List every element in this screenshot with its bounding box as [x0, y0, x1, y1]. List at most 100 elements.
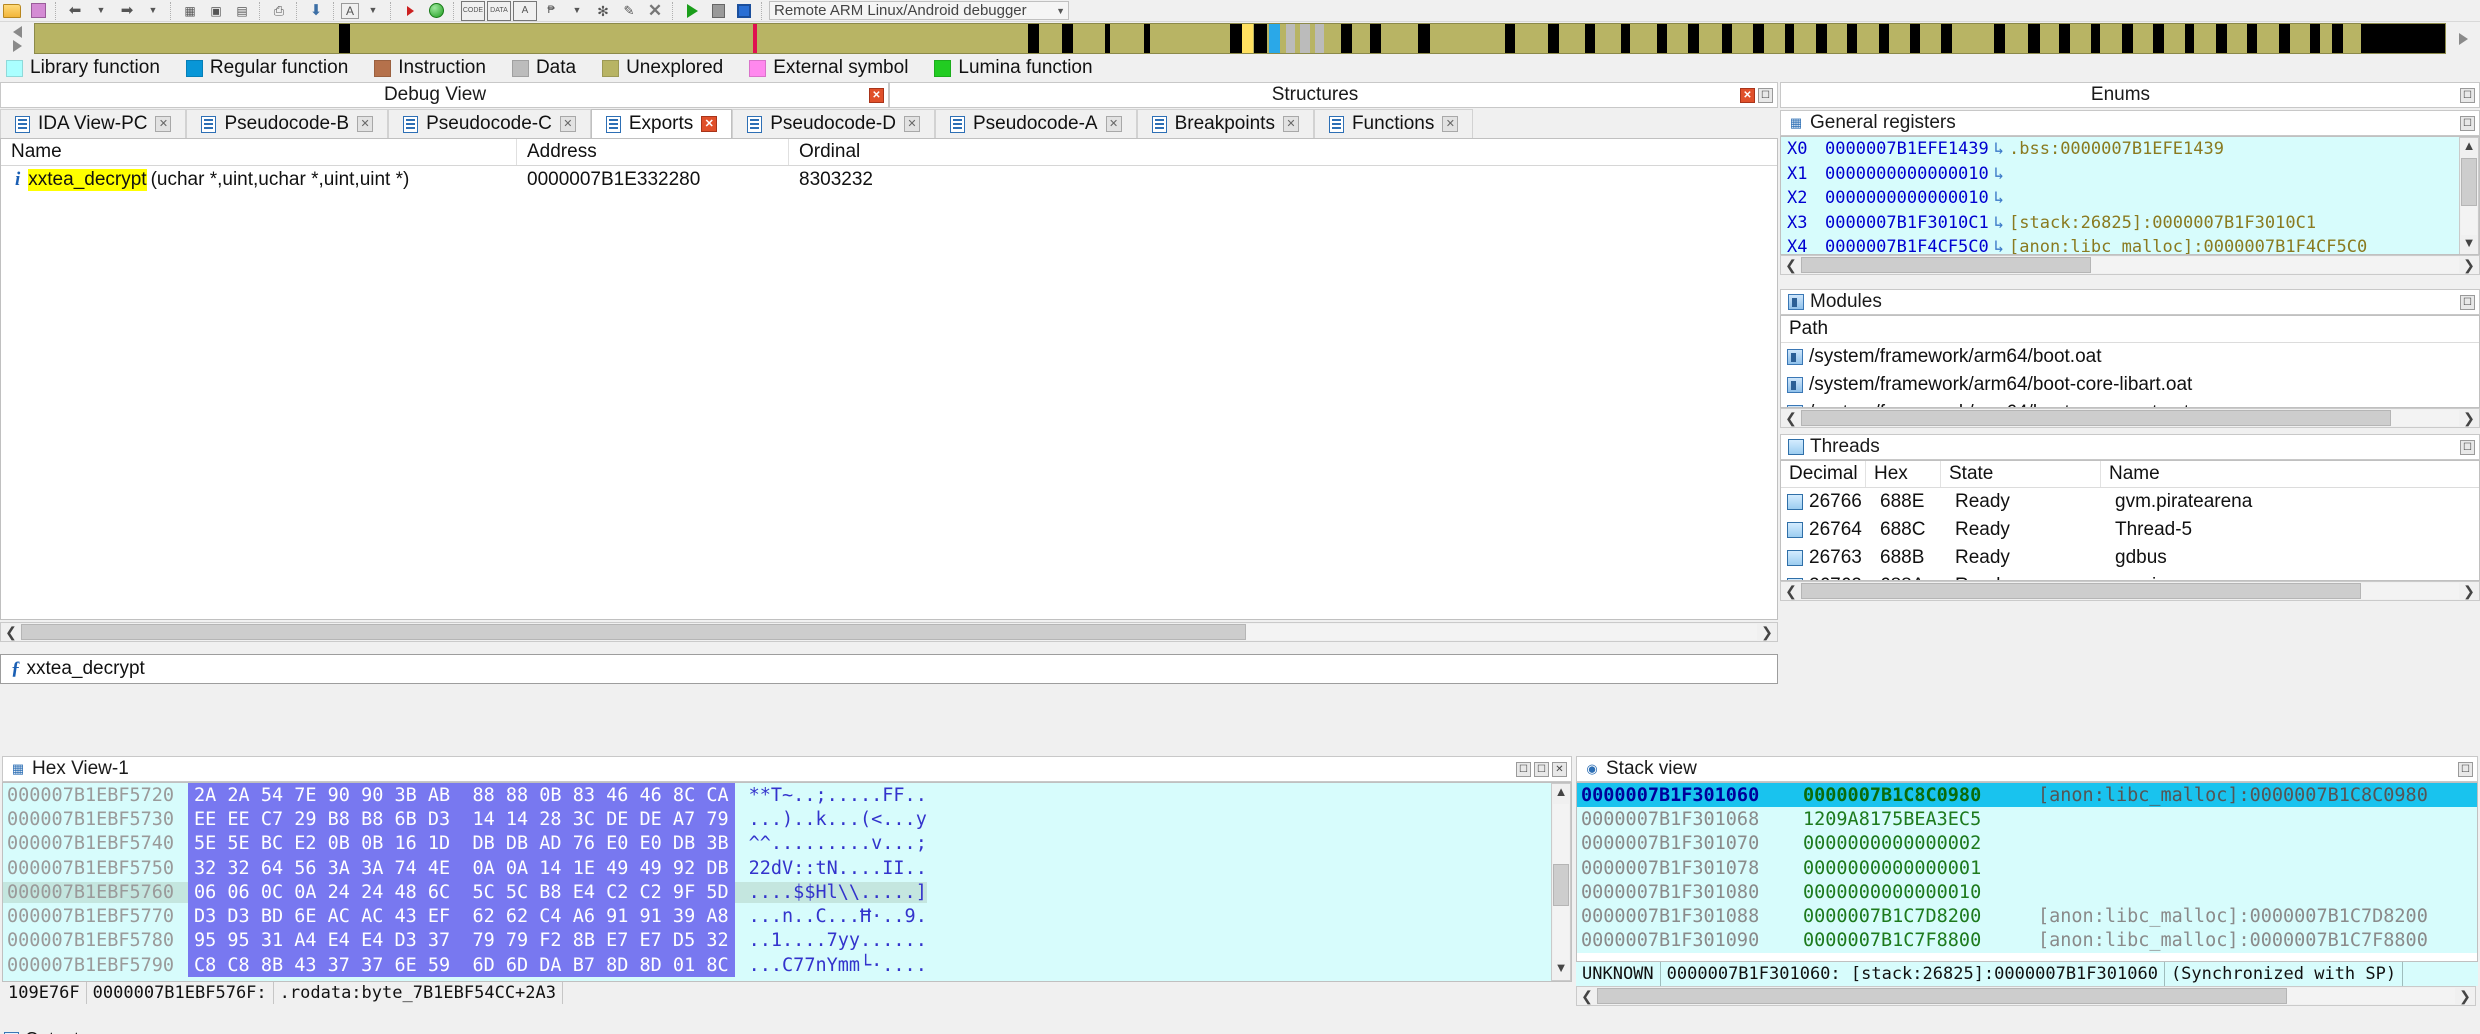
- registers-vertical-scrollbar[interactable]: ▲ ▼: [2459, 137, 2479, 254]
- hex-bytes[interactable]: 06 06 0C 0A 24 24 48 6C 5C 5C B8 E4 C2 C…: [188, 880, 735, 905]
- scroll-right-icon[interactable]: ❯: [2459, 410, 2479, 427]
- threads-horizontal-scrollbar[interactable]: ❮ ❯: [1780, 581, 2480, 601]
- register-row[interactable]: X3 0000007B1F3010C1 ↳ [stack:26825]:0000007…: [1781, 211, 2459, 236]
- hex-row[interactable]: 000007B1EBF5780 95 95 31 A4 E4 E4 D3 37 7…: [3, 928, 1551, 954]
- pause-button[interactable]: [706, 1, 730, 21]
- thread-row[interactable]: 26763 688B Ready gdbus: [1781, 544, 2479, 572]
- hex-bytes[interactable]: EE EE C7 29 B8 B8 6B D3 14 14 28 3C DE D…: [188, 807, 735, 832]
- continue-button[interactable]: [680, 1, 704, 21]
- enums-restore-icon[interactable]: ☐: [2460, 87, 2475, 103]
- stack-value[interactable]: 0000007B1C7F8800: [1803, 930, 2038, 951]
- make-struct-button[interactable]: ₱: [539, 1, 563, 21]
- stack-value[interactable]: 0000007B1C7D8200: [1803, 906, 2038, 927]
- navband-right-arrow-icon[interactable]: [12, 39, 22, 52]
- scroll-up-icon[interactable]: ▲: [1555, 784, 1568, 804]
- delete-button[interactable]: ✕: [643, 1, 667, 21]
- register-jump-icon[interactable]: ↳: [1989, 213, 2009, 233]
- scroll-left-icon[interactable]: ❮: [1781, 583, 1801, 600]
- stack-value[interactable]: 0000000000000001: [1803, 858, 2038, 879]
- module-row[interactable]: /system/framework/arm64/boot-core-libart…: [1781, 371, 2479, 399]
- debug-view-close-icon[interactable]: ✕: [869, 87, 884, 103]
- scroll-left-icon[interactable]: ❮: [1577, 988, 1597, 1005]
- hex-bytes[interactable]: 32 32 64 56 3A 3A 74 4E 0A 0A 14 1E 49 4…: [188, 855, 735, 881]
- stop-button[interactable]: [732, 1, 756, 21]
- threads-col-state[interactable]: State: [1941, 461, 2101, 487]
- register-row[interactable]: X2 0000000000000010 ↳: [1781, 186, 2459, 211]
- tab-pseudocode-d[interactable]: Pseudocode-D ✕: [732, 109, 935, 138]
- threads-list[interactable]: 26766 688E Ready gvm.piratearena 26764 688C Re…: [1781, 488, 2479, 580]
- tab-pseudocode-c[interactable]: Pseudocode-C ✕: [388, 109, 591, 138]
- hex-view-restore-icon[interactable]: ☐: [1516, 761, 1531, 777]
- hex-ascii[interactable]: 22dV::tN....II..: [735, 858, 927, 879]
- tab-exports[interactable]: Exports ✕: [590, 109, 733, 138]
- hex-ascii[interactable]: ....$$Hl\\.....]: [734, 881, 927, 903]
- make-data-button[interactable]: DATA: [487, 0, 511, 21]
- module-row[interactable]: /system/framework/arm64/boot-conscrypt.o…: [1781, 399, 2479, 407]
- undefine-button[interactable]: ✻: [591, 1, 615, 21]
- run-status-indicator-button[interactable]: [424, 1, 448, 21]
- function-name-field[interactable]: ƒ xxtea_decrypt: [0, 654, 1778, 684]
- hex-row[interactable]: 000007B1EBF5730 EE EE C7 29 B8 B8 6B D3 1…: [3, 807, 1551, 832]
- scroll-left-icon[interactable]: ❮: [1, 624, 21, 641]
- structures-restore-icon[interactable]: ☐: [1758, 87, 1773, 103]
- modules-restore-icon[interactable]: ☐: [2460, 294, 2475, 310]
- exports-col-ordinal[interactable]: Ordinal: [789, 139, 1189, 165]
- threads-restore-icon[interactable]: ☐: [2460, 439, 2475, 455]
- font-dropdown-button[interactable]: ▼: [361, 1, 385, 21]
- stack-row[interactable]: 0000007B1F301078 0000000000000001: [1577, 856, 2477, 880]
- jump-down-button[interactable]: ⬇: [304, 1, 328, 21]
- tab-close-icon[interactable]: ✕: [1442, 116, 1459, 132]
- exports-col-name[interactable]: Name: [1, 139, 517, 165]
- tab-close-icon[interactable]: ✕: [559, 116, 576, 132]
- modules-col-path[interactable]: Path: [1781, 316, 2471, 342]
- thread-row[interactable]: 26762688AReadygmain: [1781, 572, 2479, 580]
- stack-row[interactable]: 0000007B1F301060 0000007B1C8C0980 [anon:li…: [1577, 783, 2477, 808]
- hex-row[interactable]: 000007B1EBF5750 32 32 64 56 3A 3A 74 4E 0…: [3, 855, 1551, 881]
- scroll-right-icon[interactable]: ❯: [2459, 257, 2479, 274]
- register-row[interactable]: X1 0000000000000010 ↳: [1781, 162, 2459, 187]
- stack-row[interactable]: 0000007B1F301070 0000000000000002: [1577, 832, 2477, 856]
- hex-ascii[interactable]: ...n..C...Ħ·..9.: [735, 906, 927, 927]
- tab-close-icon[interactable]: ✕: [155, 116, 172, 132]
- stack-horizontal-scrollbar[interactable]: ❮ ❯: [1576, 986, 2476, 1006]
- forward-button[interactable]: ➡: [115, 1, 139, 21]
- hex-bytes[interactable]: C8 C8 8B 43 37 37 6E 59 6D 6D DA B7 8D 8…: [188, 953, 735, 978]
- stack-row[interactable]: 0000007B1F301068 1209A8175BEA3EC5: [1577, 807, 2477, 831]
- back-button[interactable]: ⬅: [63, 1, 87, 21]
- hex-ascii[interactable]: **T~..;.....FF..: [735, 785, 927, 806]
- hex-row[interactable]: 000007B1EBF5770 D3 D3 BD 6E AC AC 43 EF 6…: [3, 904, 1551, 929]
- hex-dump-grid[interactable]: 000007B1EBF5720 2A 2A 54 7E 90 90 3B AB 8…: [3, 783, 1551, 981]
- hex-ascii[interactable]: ...)..k...(<...y: [735, 809, 927, 830]
- tab-pseudocode-b[interactable]: Pseudocode-B ✕: [186, 109, 389, 138]
- thread-row[interactable]: 26764 688C Ready Thread-5: [1781, 516, 2479, 544]
- registers-list[interactable]: X0 0000007B1EFE1439 ↳ .bss:0000007B1EFE1439…: [1781, 137, 2459, 254]
- font-button[interactable]: A: [341, 2, 359, 19]
- text-view-button[interactable]: ▣: [204, 1, 228, 21]
- make-ascii-button[interactable]: A: [513, 0, 537, 21]
- thread-row[interactable]: 26766 688E Ready gvm.piratearena: [1781, 488, 2479, 516]
- stack-row[interactable]: 0000007B1F301088 0000007B1C7D8200 [anon:li…: [1577, 904, 2477, 928]
- scroll-down-icon[interactable]: ▼: [1555, 960, 1568, 980]
- tab-pseudocode-a[interactable]: Pseudocode-A ✕: [934, 109, 1137, 138]
- make-struct-dropdown-button[interactable]: ▼: [565, 1, 589, 21]
- register-row[interactable]: X0 0000007B1EFE1439 ↳ .bss:0000007B1EFE1439: [1781, 137, 2459, 162]
- navband-right-arrow[interactable]: [2446, 23, 2480, 54]
- hex-ascii[interactable]: ..1....7yy......: [735, 930, 927, 951]
- make-code-button[interactable]: CODE: [461, 0, 485, 21]
- stack-row[interactable]: 0000007B1F301090 0000007B1C7F8800 [anon:li…: [1577, 929, 2477, 953]
- stack-value[interactable]: 0000007B1C8C0980: [1803, 785, 2038, 806]
- tab-breakpoints[interactable]: Breakpoints ✕: [1136, 109, 1314, 138]
- hex-bytes[interactable]: 95 95 31 A4 E4 E4 D3 37 79 79 F2 8B E7 E…: [188, 928, 735, 954]
- hex-view-close-icon[interactable]: ✕: [1552, 761, 1567, 777]
- stack-row[interactable]: 0000007B1F301080 0000000000000010: [1577, 880, 2477, 904]
- registers-restore-icon[interactable]: ☐: [2460, 115, 2475, 131]
- modules-horizontal-scrollbar[interactable]: ❮ ❯: [1780, 408, 2480, 428]
- threads-col-name[interactable]: Name: [2101, 461, 2471, 487]
- hex-row[interactable]: 000007B1EBF5760 06 06 0C 0A 24 24 48 6C 5…: [3, 880, 1551, 905]
- register-value[interactable]: 0000007B1EFE1439: [1825, 139, 1989, 159]
- tab-close-icon[interactable]: ✕: [1282, 116, 1299, 132]
- back-dropdown-button[interactable]: ▼: [89, 1, 113, 21]
- stack-value[interactable]: 1209A8175BEA3EC5: [1803, 809, 2038, 830]
- register-jump-icon[interactable]: ↳: [1989, 164, 2009, 184]
- threads-col-hex[interactable]: Hex: [1866, 461, 1941, 487]
